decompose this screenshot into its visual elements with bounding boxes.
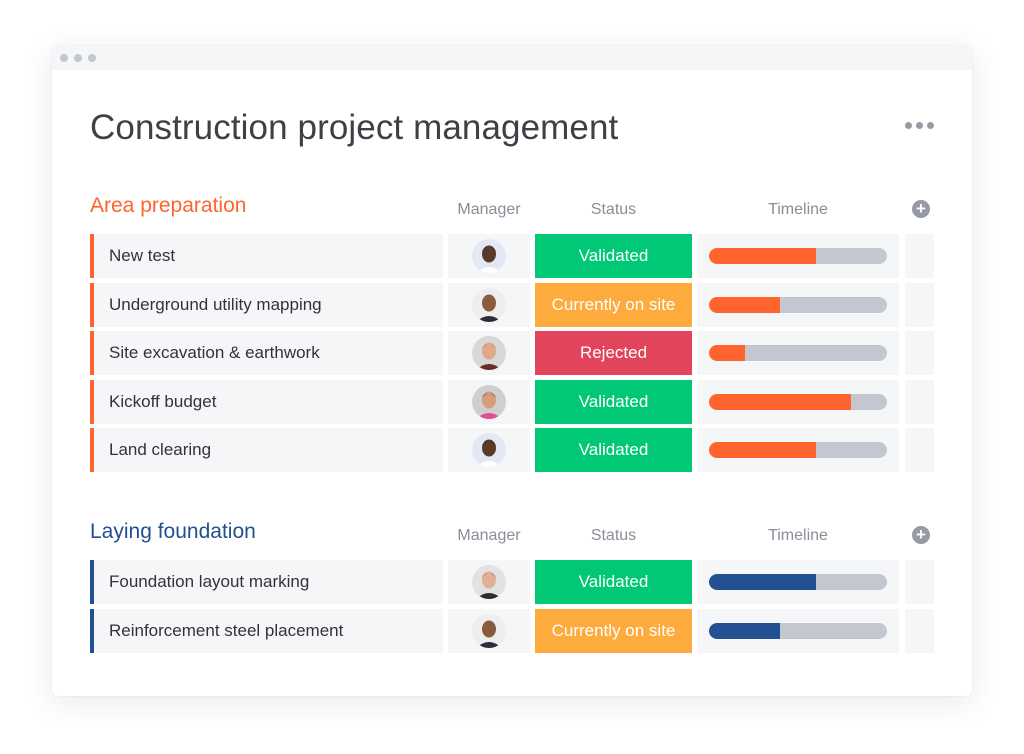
ellipsis-icon [916,122,923,129]
more-options-button[interactable] [905,122,934,129]
timeline-cell[interactable] [697,379,899,424]
timeline-cell[interactable] [697,560,899,604]
window-dot-icon [88,54,96,62]
plus-circle-icon: + [916,525,926,544]
timeline-bar-fill [709,248,816,264]
status-badge[interactable]: Validated [535,379,692,424]
extra-column-cell [905,331,934,376]
item-name[interactable]: Kickoff budget [90,379,443,424]
table-row: Underground utility mapping Currently on… [90,282,936,327]
status-badge[interactable]: Rejected [535,331,692,376]
item-name[interactable]: New test [90,234,443,278]
group-header: Area preparation Manager Status Timeline… [90,194,936,234]
timeline-cell[interactable] [697,331,899,376]
item-name[interactable]: Site excavation & earthwork [90,331,443,376]
avatar[interactable] [472,433,506,468]
add-column-button[interactable]: + [912,200,930,218]
status-badge[interactable]: Validated [535,234,692,278]
manager-cell [448,428,530,473]
add-column-button[interactable]: + [912,526,930,544]
ellipsis-icon [927,122,934,129]
timeline-bar [709,248,887,264]
table-row: Foundation layout marking Validated [90,560,936,604]
manager-cell [448,379,530,424]
column-header-timeline[interactable]: Timeline [697,527,899,545]
timeline-cell[interactable] [697,608,899,653]
timeline-bar [709,574,887,590]
board-window: Construction project management Area pre… [52,46,972,696]
item-name[interactable]: Land clearing [90,428,443,473]
timeline-bar [709,622,887,639]
status-badge[interactable]: Validated [535,428,692,473]
table-row: Site excavation & earthwork Rejected [90,331,936,376]
page-title: Construction project management [90,108,619,147]
avatar[interactable] [472,565,506,599]
table-row: New test Validated [90,234,936,278]
item-name[interactable]: Foundation layout marking [90,560,443,604]
manager-cell [448,331,530,376]
avatar[interactable] [472,613,506,648]
window-titlebar [52,46,972,70]
timeline-bar [709,345,887,362]
plus-circle-icon: + [916,199,926,218]
ellipsis-icon [905,122,912,129]
column-header-status[interactable]: Status [535,527,692,545]
status-badge[interactable]: Validated [535,560,692,604]
timeline-bar [709,442,887,459]
avatar[interactable] [472,336,506,371]
extra-column-cell [905,234,934,278]
group-1: Laying foundation Manager Status Timelin… [90,520,936,657]
avatar[interactable] [472,384,506,419]
timeline-bar-fill [709,296,781,313]
timeline-bar-fill [709,442,816,459]
timeline-bar [709,393,887,410]
timeline-bar-fill [709,622,781,639]
item-name[interactable]: Reinforcement steel placement [90,608,443,653]
avatar[interactable] [472,287,506,322]
timeline-bar-fill [709,393,852,410]
manager-cell [448,560,530,604]
manager-cell [448,234,530,278]
window-dot-icon [74,54,82,62]
column-header-timeline[interactable]: Timeline [697,201,899,219]
extra-column-cell [905,560,934,604]
extra-column-cell [905,428,934,473]
manager-cell [448,608,530,653]
avatar[interactable] [472,239,506,273]
group-0: Area preparation Manager Status Timeline… [90,194,936,477]
extra-column-cell [905,282,934,327]
status-badge[interactable]: Currently on site [535,282,692,327]
column-header-manager[interactable]: Manager [448,527,530,545]
timeline-bar-fill [709,345,745,362]
table-row: Kickoff budget Validated [90,379,936,424]
status-badge[interactable]: Currently on site [535,608,692,653]
timeline-cell[interactable] [697,234,899,278]
table-row: Reinforcement steel placement Currently … [90,608,936,653]
extra-column-cell [905,379,934,424]
timeline-bar [709,296,887,313]
manager-cell [448,282,530,327]
timeline-bar-fill [709,574,816,590]
table-row: Land clearing Validated [90,428,936,473]
window-dot-icon [60,54,68,62]
group-header: Laying foundation Manager Status Timelin… [90,520,936,560]
column-header-status[interactable]: Status [535,201,692,219]
item-name[interactable]: Underground utility mapping [90,282,443,327]
group-title[interactable]: Laying foundation [90,520,256,544]
timeline-cell[interactable] [697,428,899,473]
extra-column-cell [905,608,934,653]
group-title[interactable]: Area preparation [90,194,246,218]
timeline-cell[interactable] [697,282,899,327]
column-header-manager[interactable]: Manager [448,201,530,219]
